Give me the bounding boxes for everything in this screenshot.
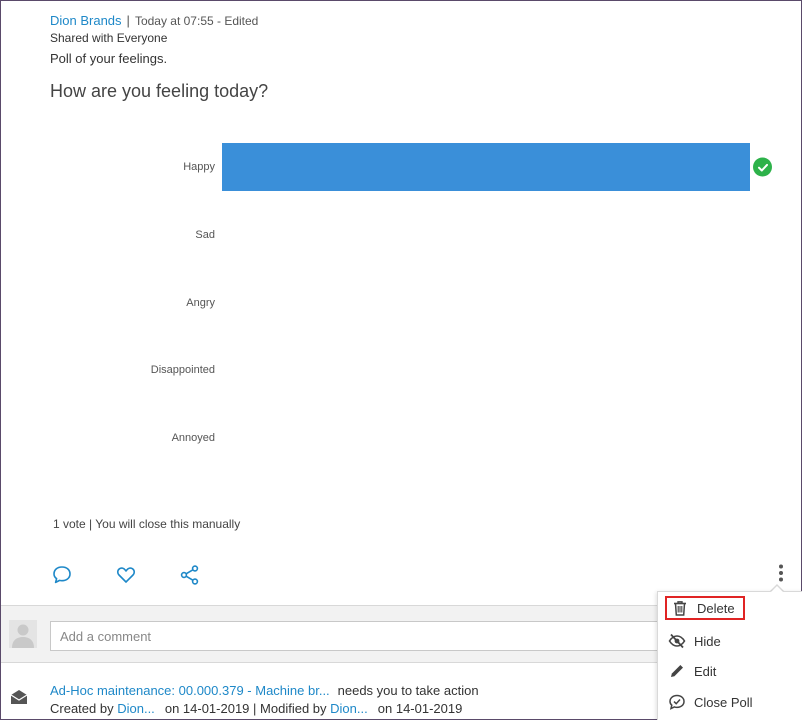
envelope-icon — [9, 687, 29, 707]
shared-with: Shared with Everyone — [50, 31, 168, 45]
poll-question: How are you feeling today? — [50, 81, 269, 101]
menu-item-label: Edit — [694, 663, 717, 679]
poll-option-label: Happy — [183, 161, 215, 173]
task-meta-line: Created by Dion... on 14-01-2019 | Modif… — [50, 701, 462, 716]
poll-option-happy[interactable]: Happy — [1, 143, 802, 191]
menu-item-label: Close Poll — [694, 694, 753, 710]
created-date: on 14-01-2019 — [164, 701, 250, 716]
poll-results: Happy Sad Angry Disappointed Annoyed — [1, 131, 802, 471]
poll-option-label: Angry — [186, 297, 215, 309]
post-meta: Dion Brands | Today at 07:55 - Edited — [50, 13, 258, 28]
comment-input[interactable] — [50, 621, 690, 651]
more-vertical-icon[interactable] — [771, 563, 791, 583]
heart-icon[interactable] — [114, 563, 138, 587]
pencil-icon — [668, 662, 686, 680]
author-link[interactable]: Dion Brands — [50, 13, 122, 28]
poll-option-label: Sad — [195, 229, 215, 241]
poll-bar-track — [222, 143, 750, 191]
share-icon[interactable] — [178, 563, 202, 587]
menu-item-delete[interactable]: Delete — [665, 596, 745, 620]
menu-item-label: Hide — [694, 633, 721, 649]
post-header: Dion Brands | Today at 07:55 - Edited — [50, 13, 258, 28]
poll-option-label: Annoyed — [171, 432, 215, 444]
check-circle-icon — [753, 157, 772, 177]
eye-off-icon — [668, 632, 686, 650]
poll-option-annoyed[interactable]: Annoyed — [1, 414, 802, 462]
post-actions — [1, 563, 802, 589]
modified-by-label: | Modified by — [253, 701, 327, 716]
trash-icon — [671, 599, 689, 617]
vote-info: 1 vote | You will close this manually — [53, 517, 241, 531]
poll-option-label: Disappointed — [150, 364, 215, 376]
modified-by-link[interactable]: Dion... — [330, 701, 374, 716]
menu-item-label: Delete — [697, 600, 735, 616]
menu-caret-fill — [770, 586, 784, 593]
task-link[interactable]: Ad-Hoc maintenance: 00.000.379 - Machine… — [50, 683, 334, 698]
task-title-line: Ad-Hoc maintenance: 00.000.379 - Machine… — [50, 683, 478, 698]
task-status: needs you to take action — [337, 683, 478, 698]
poll-bar — [222, 143, 750, 191]
post-options-menu: Delete Hide Edit Close Poll — [657, 591, 802, 720]
post-body: Poll of your feelings. — [50, 51, 168, 66]
chat-check-icon — [668, 693, 686, 711]
poll-bar-track — [222, 346, 750, 394]
menu-item-edit[interactable]: Edit — [664, 659, 798, 683]
menu-item-close-poll[interactable]: Close Poll — [664, 690, 798, 714]
post-time: Today at 07:55 - Edited — [134, 14, 259, 28]
poll-bar-track — [222, 279, 750, 327]
created-by-label: Created by — [50, 701, 114, 716]
poll-option-sad[interactable]: Sad — [1, 211, 802, 259]
poll-bar-track — [222, 414, 750, 462]
menu-item-hide[interactable]: Hide — [664, 629, 798, 653]
comment-icon[interactable] — [50, 563, 74, 587]
poll-option-disappointed[interactable]: Disappointed — [1, 346, 802, 394]
poll-option-angry[interactable]: Angry — [1, 279, 802, 327]
modified-date: on 14-01-2019 — [377, 701, 463, 716]
poll-bar-track — [222, 211, 750, 259]
created-by-link[interactable]: Dion... — [117, 701, 161, 716]
meta-separator: | — [126, 13, 130, 28]
avatar — [9, 620, 37, 648]
